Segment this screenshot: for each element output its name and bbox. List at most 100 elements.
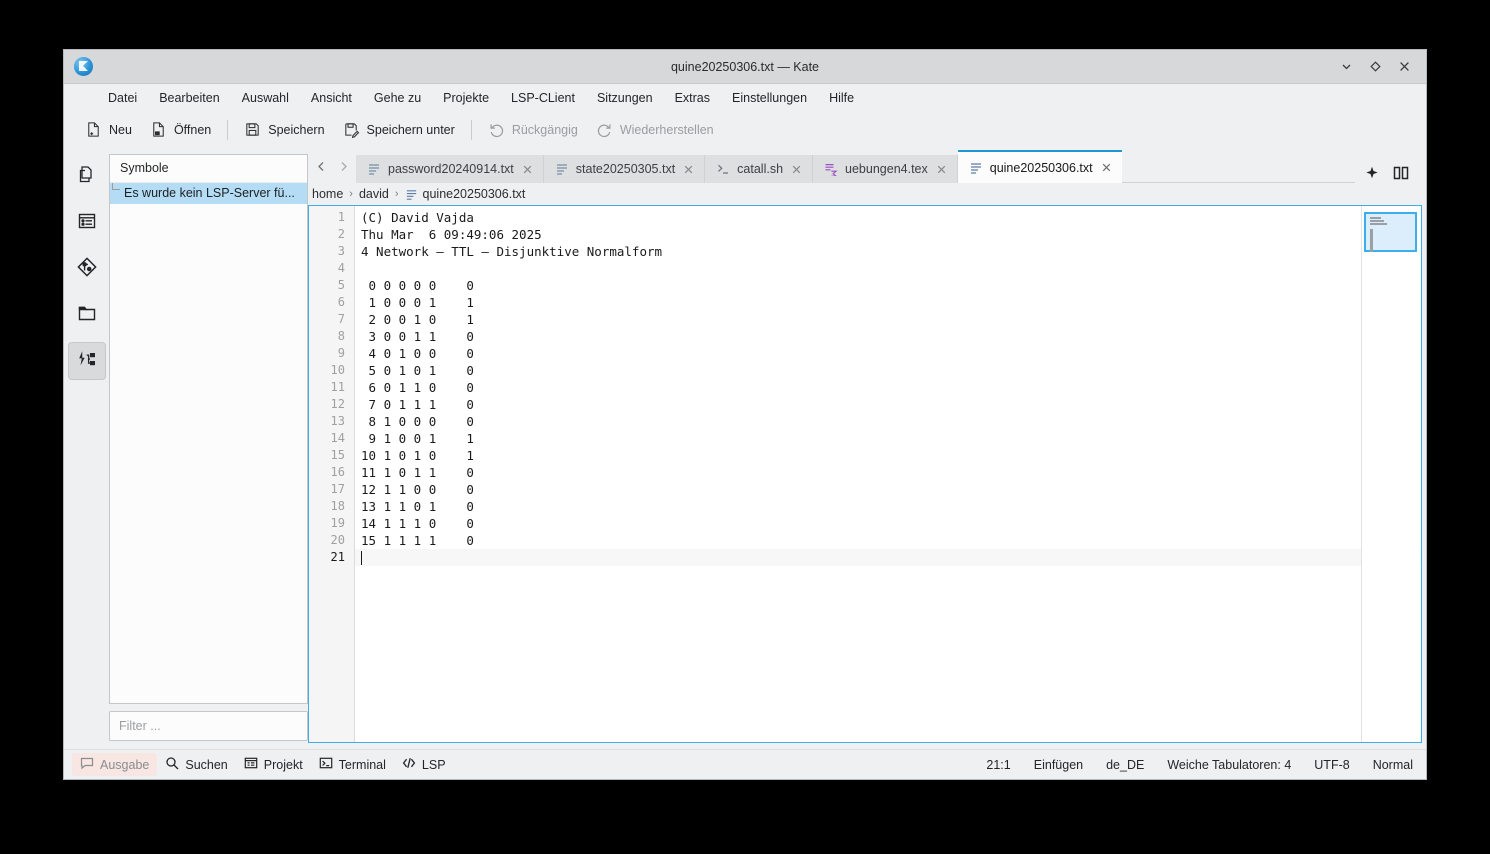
close-icon[interactable]: [682, 163, 695, 176]
status-search-button[interactable]: Suchen: [157, 753, 235, 776]
menu-gehe-zu[interactable]: Gehe zu: [363, 88, 432, 108]
code-brackets-icon: [402, 756, 416, 773]
breadcrumb-david[interactable]: david: [359, 187, 389, 201]
code-line: 3 0 0 1 1 0: [355, 328, 1421, 345]
symbols-filter-input[interactable]: Filter ...: [109, 711, 308, 741]
close-icon[interactable]: [790, 163, 803, 176]
code-line: 15 1 1 1 1 0: [355, 532, 1421, 549]
menu-einstellungen[interactable]: Einstellungen: [721, 88, 818, 108]
code-line: 10 1 0 1 0 1: [355, 447, 1421, 464]
minimap-viewport[interactable]: [1364, 212, 1417, 252]
code-line-current: [355, 549, 1421, 566]
tab-bar-filler: [1122, 154, 1355, 183]
text-file-icon: [367, 162, 381, 176]
sidebar-item-documents[interactable]: [68, 158, 106, 196]
line-number: 6: [309, 294, 354, 311]
cursor-position[interactable]: 21:1: [986, 758, 1010, 772]
status-lsp-button[interactable]: LSP: [394, 753, 454, 776]
redo-button[interactable]: Wiederherstellen: [587, 117, 723, 142]
project-icon: [244, 756, 258, 773]
text-file-icon: [405, 188, 418, 201]
breadcrumb-file[interactable]: quine20250306.txt: [405, 187, 526, 201]
sidebar-item-outline[interactable]: [68, 204, 106, 242]
code-line: 2 0 0 1 0 1: [355, 311, 1421, 328]
close-icon[interactable]: [521, 163, 534, 176]
line-number: 13: [309, 413, 354, 430]
code-content[interactable]: (C) David Vajda Thu Mar 6 09:49:06 2025 …: [355, 206, 1421, 742]
window-body: Symbole Es wurde kein LSP-Server fü... F…: [64, 148, 1426, 749]
sidebar-item-lsp-symbols[interactable]: [68, 342, 106, 380]
menu-datei[interactable]: Datei: [97, 88, 148, 108]
insert-mode[interactable]: Einfügen: [1034, 758, 1083, 772]
close-icon[interactable]: [935, 163, 948, 176]
window-title: quine20250306.txt — Kate: [64, 60, 1426, 74]
toolbar-separator-1: [227, 120, 228, 140]
line-number: 9: [309, 345, 354, 362]
close-button[interactable]: [1398, 60, 1411, 73]
quick-open-icon[interactable]: [1365, 166, 1379, 180]
line-number-current: 21: [309, 549, 354, 566]
menu-sitzungen[interactable]: Sitzungen: [586, 88, 664, 108]
line-number: 4: [309, 260, 354, 277]
close-icon[interactable]: [1100, 161, 1113, 174]
sidebar-item-filesystem[interactable]: [68, 296, 106, 334]
menu-hilfe[interactable]: Hilfe: [818, 88, 865, 108]
list-item[interactable]: Es wurde kein LSP-Server fü...: [110, 183, 307, 204]
maximize-button[interactable]: [1369, 60, 1382, 73]
sidebar-item-git[interactable]: [68, 250, 106, 288]
minimize-button[interactable]: [1340, 60, 1353, 73]
git-branch-icon: [76, 256, 98, 283]
save-button-label: Speichern: [268, 123, 324, 137]
redo-arrow-icon: [596, 121, 613, 138]
tab-label: password20240914.txt: [388, 162, 514, 176]
save-button[interactable]: Speichern: [235, 117, 333, 142]
tab-catall-sh[interactable]: catall.sh: [705, 155, 813, 183]
menu-extras[interactable]: Extras: [664, 88, 721, 108]
tab-prev-button[interactable]: [310, 154, 332, 180]
tab-state20250305[interactable]: state20250305.txt: [544, 155, 705, 183]
save-disk-icon: [244, 121, 261, 138]
code-line: 9 1 0 0 1 1: [355, 430, 1421, 447]
code-line: 4 Network – TTL – Disjunktive Normalform: [355, 243, 1421, 260]
code-line: 6 0 1 1 0 0: [355, 379, 1421, 396]
save-as-button[interactable]: Speichern unter: [334, 117, 464, 142]
menu-projekte[interactable]: Projekte: [432, 88, 500, 108]
open-button[interactable]: Öffnen: [141, 117, 220, 142]
new-button-label: Neu: [109, 123, 132, 137]
menu-lsp-client[interactable]: LSP-CLient: [500, 88, 586, 108]
main-toolbar: Neu Öffnen Speichern: [64, 111, 1426, 148]
outline-list-icon: [76, 210, 98, 237]
line-number: 10: [309, 362, 354, 379]
shell-script-icon: [716, 162, 730, 176]
indentation-mode[interactable]: Weiche Tabulatoren: 4: [1167, 758, 1291, 772]
tab-next-button[interactable]: [332, 154, 354, 180]
encoding[interactable]: UTF-8: [1314, 758, 1349, 772]
split-view-icon[interactable]: [1393, 166, 1409, 180]
undo-button[interactable]: Rückgängig: [479, 117, 587, 142]
tab-bar: password20240914.txt state20250305.txt: [308, 150, 1422, 183]
editor-minimap[interactable]: [1361, 206, 1420, 742]
tab-uebungen4-tex[interactable]: uebungen4.tex: [813, 155, 958, 183]
menu-bearbeiten[interactable]: Bearbeiten: [148, 88, 230, 108]
documents-icon: [76, 164, 98, 191]
new-button[interactable]: Neu: [76, 117, 141, 142]
highlight-mode[interactable]: Normal: [1373, 758, 1413, 772]
breadcrumb-home[interactable]: home: [312, 187, 343, 201]
code-line: 4 0 1 0 0 0: [355, 345, 1421, 362]
text-editor[interactable]: 1 2 3 4 5 6 7 8 9 10 11 12 13 14 15 16 1: [308, 205, 1422, 743]
menu-ansicht[interactable]: Ansicht: [300, 88, 363, 108]
tab-navigation: [308, 150, 356, 183]
language-locale[interactable]: de_DE: [1106, 758, 1144, 772]
tab-label: quine20250306.txt: [990, 161, 1093, 175]
tab-quine20250306[interactable]: quine20250306.txt: [958, 150, 1122, 183]
tab-password20240914[interactable]: password20240914.txt: [356, 155, 544, 183]
filter-placeholder: Filter ...: [119, 719, 161, 733]
status-project-button[interactable]: Projekt: [236, 753, 311, 776]
status-terminal-button[interactable]: Terminal: [311, 753, 394, 776]
line-number: 16: [309, 464, 354, 481]
tool-view-rail: [64, 148, 109, 749]
menu-auswahl[interactable]: Auswahl: [231, 88, 300, 108]
breadcrumb-file-label: quine20250306.txt: [423, 187, 526, 201]
status-output-button[interactable]: Ausgabe: [72, 753, 157, 776]
code-line: 13 1 1 0 1 0: [355, 498, 1421, 515]
